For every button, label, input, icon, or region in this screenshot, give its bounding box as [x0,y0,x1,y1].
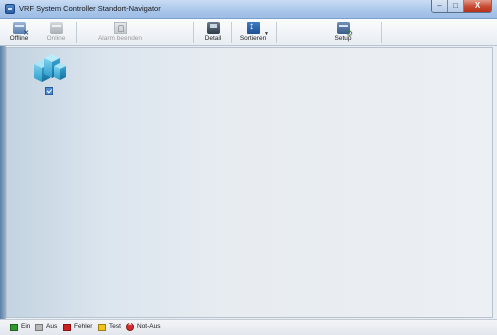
detail-label: Detail [204,35,222,42]
legend-label: Ein [21,323,31,330]
legend-label: Test [109,323,121,330]
legend-item-not-aus: Not-Aus [126,321,174,333]
legend-swatch-fehler [63,324,71,331]
sort-icon [247,21,260,34]
toolbar-separator [193,22,194,43]
title-bar[interactable]: VRF System Controller Standort-Navigator… [0,0,497,19]
app-icon [5,4,15,14]
site-navigator-area[interactable] [6,47,493,318]
minimize-button[interactable]: – [432,0,448,12]
toolbar-separator [381,22,382,43]
detail-button[interactable]: Detail [198,20,228,45]
online-label: Online [46,35,66,42]
detail-icon [207,22,220,34]
legend-swatch-aus [35,324,43,331]
legend-swatch-test [98,324,106,331]
toolbar-separator [76,22,77,43]
building-icon[interactable] [30,52,70,84]
offline-icon [13,22,29,37]
window-controls: – □ X [431,0,492,13]
app-window: VRF System Controller Standort-Navigator… [0,0,497,335]
setup-icon [337,22,353,38]
legend-label: Fehler [74,323,93,330]
setup-button[interactable]: Setup [326,20,360,45]
offline-button[interactable]: Offline [3,20,35,45]
emergency-stop-icon [126,321,134,331]
alarm-end-button[interactable]: Alarm beenden [84,20,156,45]
site-selected-checkbox[interactable] [45,87,53,95]
legend-label: Aus [46,323,58,330]
setup-label: Setup [334,35,352,42]
window-title: VRF System Controller Standort-Navigator [19,4,161,13]
legend-label: Not-Aus [137,323,161,330]
close-button[interactable]: X [464,0,491,12]
maximize-button[interactable]: □ [448,0,464,12]
legend-swatch-ein [10,324,18,331]
toolbar-separator [231,22,232,43]
alarm-end-label: Alarm beenden [97,35,143,42]
online-icon [50,22,63,34]
offline-label: Offline [9,35,29,42]
status-bar: Ein Aus Fehler Test Not-Aus [0,319,497,335]
online-button[interactable]: Online [40,20,72,45]
toolbar: Offline Online Alarm beenden Detail Sort… [0,19,497,46]
sort-dropdown-arrow-icon[interactable]: ▼ [264,31,269,37]
alarm-icon [114,22,127,34]
toolbar-separator [276,22,277,43]
